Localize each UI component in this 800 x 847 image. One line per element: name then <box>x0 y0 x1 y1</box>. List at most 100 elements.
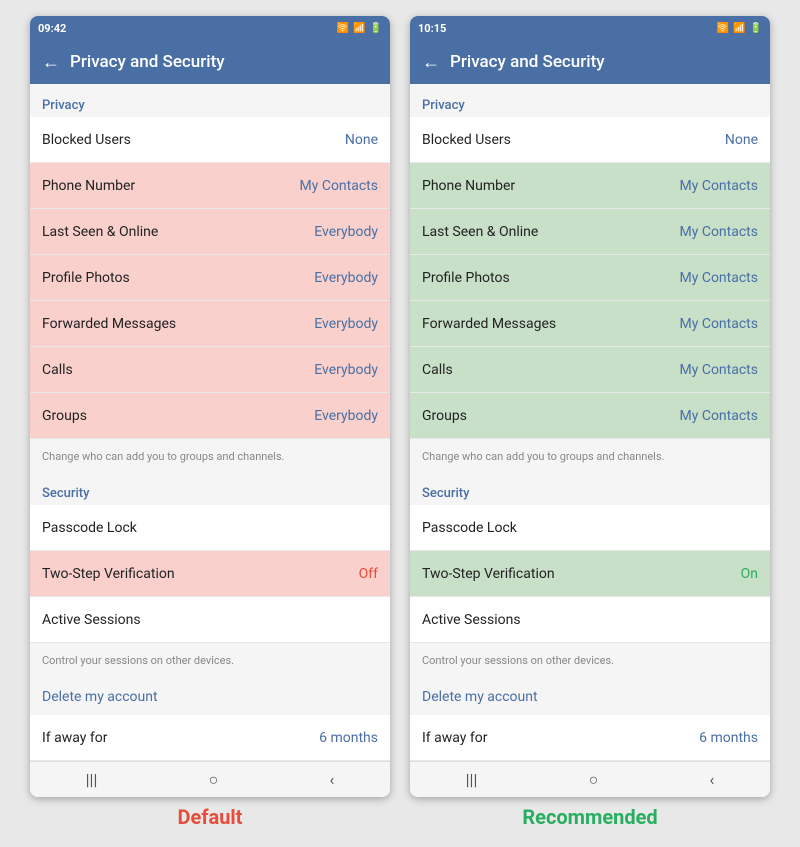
left-away-label: If away for <box>42 730 108 746</box>
right-two-step-value: On <box>741 566 758 582</box>
right-if-away[interactable]: If away for 6 months <box>410 715 770 761</box>
left-status-bar: 09:42 🛜 📶 🔋 <box>30 16 390 40</box>
left-phone-wrapper: 09:42 🛜 📶 🔋 ← Privacy and Security Priva… <box>20 16 400 829</box>
right-profile-value: My Contacts <box>680 270 758 286</box>
left-two-step-label: Two-Step Verification <box>42 566 175 582</box>
right-forwarded-label: Forwarded Messages <box>422 316 556 332</box>
left-active-label: Active Sessions <box>42 612 141 628</box>
left-signal-icon: 📶 <box>353 23 365 34</box>
left-profile-photos[interactable]: Profile Photos Everybody <box>30 255 390 301</box>
left-groups[interactable]: Groups Everybody <box>30 393 390 439</box>
right-two-step[interactable]: Two-Step Verification On <box>410 551 770 597</box>
right-passcode-lock[interactable]: Passcode Lock <box>410 505 770 551</box>
left-last-seen-value: Everybody <box>314 224 378 240</box>
left-groups-label: Groups <box>42 408 87 424</box>
right-two-step-label: Two-Step Verification <box>422 566 555 582</box>
right-calls-label: Calls <box>422 362 453 378</box>
right-profile-photos[interactable]: Profile Photos My Contacts <box>410 255 770 301</box>
left-security-header: Security <box>30 472 390 505</box>
left-phone-value: My Contacts <box>300 178 378 194</box>
left-two-step[interactable]: Two-Step Verification Off <box>30 551 390 597</box>
right-groups-value: My Contacts <box>680 408 758 424</box>
right-passcode-label: Passcode Lock <box>422 520 517 536</box>
right-phone-number[interactable]: Phone Number My Contacts <box>410 163 770 209</box>
right-security-header: Security <box>410 472 770 505</box>
left-phone-label: Phone Number <box>42 178 135 194</box>
left-nav-back[interactable]: ‹ <box>330 770 335 789</box>
right-calls[interactable]: Calls My Contacts <box>410 347 770 393</box>
left-phone-number[interactable]: Phone Number My Contacts <box>30 163 390 209</box>
left-status-icons: 🛜 📶 🔋 <box>337 23 382 34</box>
right-status-bar: 10:15 🛜 📶 🔋 <box>410 16 770 40</box>
left-forwarded-label: Forwarded Messages <box>42 316 176 332</box>
left-last-seen-label: Last Seen & Online <box>42 224 158 240</box>
left-content: Privacy Blocked Users None Phone Number … <box>30 84 390 761</box>
left-profile-label: Profile Photos <box>42 270 130 286</box>
left-toolbar-title: Privacy and Security <box>70 52 225 72</box>
right-forwarded[interactable]: Forwarded Messages My Contacts <box>410 301 770 347</box>
left-passcode-label: Passcode Lock <box>42 520 137 536</box>
left-label: Default <box>178 805 243 829</box>
phones-container: 09:42 🛜 📶 🔋 ← Privacy and Security Priva… <box>0 0 800 837</box>
right-nav-home[interactable]: ○ <box>589 770 599 790</box>
right-groups-label: Groups <box>422 408 467 424</box>
left-nav-home[interactable]: ○ <box>209 770 219 790</box>
left-active-sessions[interactable]: Active Sessions <box>30 597 390 643</box>
left-forwarded[interactable]: Forwarded Messages Everybody <box>30 301 390 347</box>
right-groups[interactable]: Groups My Contacts <box>410 393 770 439</box>
left-privacy-header: Privacy <box>30 84 390 117</box>
left-away-value: 6 months <box>319 730 378 746</box>
left-profile-value: Everybody <box>314 270 378 286</box>
left-passcode-lock[interactable]: Passcode Lock <box>30 505 390 551</box>
right-privacy-header: Privacy <box>410 84 770 117</box>
right-groups-note: Change who can add you to groups and cha… <box>410 439 770 472</box>
right-phone-label: Phone Number <box>422 178 515 194</box>
left-toolbar: ← Privacy and Security <box>30 40 390 84</box>
right-forwarded-value: My Contacts <box>680 316 758 332</box>
left-groups-note: Change who can add you to groups and cha… <box>30 439 390 472</box>
left-calls-value: Everybody <box>314 362 378 378</box>
left-delete-link[interactable]: Delete my account <box>30 676 390 715</box>
left-time: 09:42 <box>38 22 66 35</box>
right-delete-link[interactable]: Delete my account <box>410 676 770 715</box>
right-status-icons: 🛜 📶 🔋 <box>717 23 762 34</box>
left-calls[interactable]: Calls Everybody <box>30 347 390 393</box>
left-calls-label: Calls <box>42 362 73 378</box>
right-last-seen-label: Last Seen & Online <box>422 224 538 240</box>
left-two-step-value: Off <box>359 566 378 582</box>
right-calls-value: My Contacts <box>680 362 758 378</box>
right-profile-label: Profile Photos <box>422 270 510 286</box>
left-nav-menu[interactable]: ||| <box>86 770 98 789</box>
right-nav-bar: ||| ○ ‹ <box>410 761 770 797</box>
left-nav-bar: ||| ○ ‹ <box>30 761 390 797</box>
right-label: Recommended <box>522 805 657 829</box>
right-toolbar: ← Privacy and Security <box>410 40 770 84</box>
right-phone: 10:15 🛜 📶 🔋 ← Privacy and Security Priva… <box>410 16 770 797</box>
left-back-button[interactable]: ← <box>42 52 60 73</box>
right-active-note: Control your sessions on other devices. <box>410 643 770 676</box>
right-away-value: 6 months <box>699 730 758 746</box>
right-last-seen[interactable]: Last Seen & Online My Contacts <box>410 209 770 255</box>
left-blocked-value: None <box>345 132 378 148</box>
left-groups-value: Everybody <box>314 408 378 424</box>
right-content: Privacy Blocked Users None Phone Number … <box>410 84 770 761</box>
right-time: 10:15 <box>418 22 446 35</box>
left-if-away[interactable]: If away for 6 months <box>30 715 390 761</box>
left-phone: 09:42 🛜 📶 🔋 ← Privacy and Security Priva… <box>30 16 390 797</box>
right-blocked-label: Blocked Users <box>422 132 511 148</box>
right-blocked-users[interactable]: Blocked Users None <box>410 117 770 163</box>
right-phone-wrapper: 10:15 🛜 📶 🔋 ← Privacy and Security Priva… <box>400 16 780 829</box>
right-wifi-icon: 🛜 <box>717 23 729 34</box>
left-wifi-icon: 🛜 <box>337 23 349 34</box>
right-away-label: If away for <box>422 730 488 746</box>
right-nav-back[interactable]: ‹ <box>710 770 715 789</box>
right-signal-icon: 📶 <box>733 23 745 34</box>
right-active-sessions[interactable]: Active Sessions <box>410 597 770 643</box>
left-active-note: Control your sessions on other devices. <box>30 643 390 676</box>
left-forwarded-value: Everybody <box>314 316 378 332</box>
right-nav-menu[interactable]: ||| <box>466 770 478 789</box>
right-last-seen-value: My Contacts <box>680 224 758 240</box>
left-last-seen[interactable]: Last Seen & Online Everybody <box>30 209 390 255</box>
left-blocked-users[interactable]: Blocked Users None <box>30 117 390 163</box>
right-back-button[interactable]: ← <box>422 52 440 73</box>
